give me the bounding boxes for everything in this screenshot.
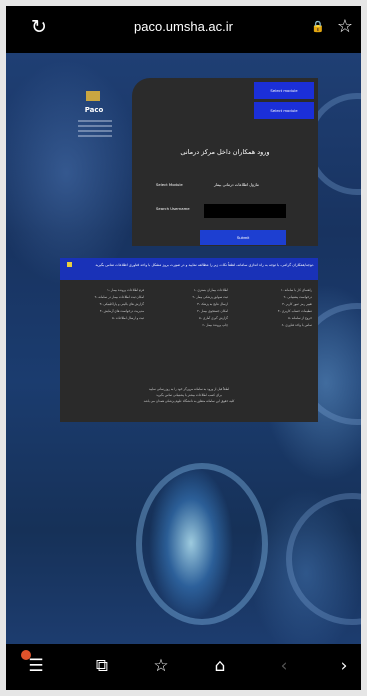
notice-column: ۱- فرم اطلاعات پرونده بیمار ۲- امکان ثبت… (66, 288, 144, 323)
notice-item: ۶- چاپ پرونده بیمار (202, 323, 228, 327)
notice-header-text: توجه/همکاران گرامی، با توجه به راه انداز… (95, 263, 314, 267)
sidebar-link[interactable] (78, 125, 112, 127)
password-label: Search Username (156, 206, 190, 211)
back-icon[interactable]: ‹ (272, 656, 296, 676)
paco-logo-icon (86, 91, 100, 101)
background-ring (286, 493, 361, 625)
notice-item: ۳- ارسال نتایج به پزشک (197, 302, 228, 306)
sidebar-title: Paco (84, 106, 104, 114)
notice-item: ۱- فرم اطلاعات پرونده بیمار (107, 288, 144, 292)
browser-top-bar: ↻ paco.umsha.ac.ir 🔒 ☆ (6, 6, 361, 50)
menu-icon[interactable]: ☰ (24, 656, 48, 676)
url-bar[interactable]: paco.umsha.ac.ir (6, 19, 361, 34)
notice-column: ۱- اطلاعات بیماران بستری ۲- ثبت سوابق پز… (150, 288, 228, 330)
username-label: Select Module (156, 182, 183, 187)
notice-item: ۵- خروج از سامانه (288, 316, 312, 320)
notice-item: ۲- ثبت سوابق پزشکی بیمار (192, 295, 228, 299)
notice-header: توجه/همکاران گرامی، با توجه به راه انداز… (60, 258, 318, 280)
notice-item: ۵- گزارش گیری آماری (199, 316, 228, 320)
username-field[interactable]: ماژول اطلاعات درمانی بیمار (214, 182, 259, 187)
lock-icon[interactable]: 🔒 (311, 20, 325, 33)
login-panel: Select module Select module ورود همکاران… (132, 78, 318, 246)
module-toggle-bottom[interactable]: Select module (254, 102, 314, 119)
tabs-icon[interactable]: ⧉ (90, 656, 114, 676)
notice-item: ۵- ثبت و ارسال اطلاعات (111, 316, 144, 320)
notice-item: ۲- امکان ثبت اطلاعات بیمار در سامانه (94, 295, 144, 299)
notice-item: ۲- درخواست پشتیبانی (283, 295, 312, 299)
notice-column: ۱- راهنمای کار با سامانه ۲- درخواست پشتی… (234, 288, 312, 330)
notice-item: ۳- گزارش های بالینی و پاراکلینیکی (99, 302, 144, 306)
page-viewport: Paco Select module Select module ورود هم… (6, 53, 361, 650)
notice-panel: توجه/همکاران گرامی، با توجه به راه انداز… (60, 258, 318, 422)
forward-icon[interactable]: › (332, 656, 356, 676)
notice-item: ۴- مدیریت درخواست های آزمایش (99, 309, 144, 313)
module-toggle-top[interactable]: Select module (254, 82, 314, 99)
sidebar-link[interactable] (78, 120, 112, 122)
sidebar-link[interactable] (78, 135, 112, 137)
notice-item: ۴- تنظیمات حساب کاربری (277, 309, 312, 313)
background-ring (136, 463, 268, 625)
browser-bottom-bar: ☰ ⧉ ☆ ⌂ ‹ › (6, 644, 361, 690)
notice-item: ۱- راهنمای کار با سامانه (280, 288, 312, 292)
login-title: ورود همکاران داخل مرکز درمانی (180, 148, 270, 156)
warning-icon (67, 262, 72, 267)
notice-footer-line: کلیه حقوق این سامانه متعلق به دانشگاه عل… (143, 399, 235, 403)
notice-item: ۴- امکان جستجوی بیمار (197, 309, 228, 313)
home-icon[interactable]: ⌂ (208, 656, 232, 676)
bookmarks-icon[interactable]: ☆ (149, 656, 173, 676)
notice-item: ۱- اطلاعات بیماران بستری (193, 288, 228, 292)
password-field[interactable] (204, 204, 286, 218)
notice-item: ۶- تماس با واحد فناوری (281, 323, 312, 327)
sidebar-links (78, 117, 112, 140)
notice-item: ۳- تغییر رمز عبور کاربر (282, 302, 312, 306)
browser-frame: ↻ paco.umsha.ac.ir 🔒 ☆ Paco Select modul… (6, 6, 361, 690)
bookmark-star-icon[interactable]: ☆ (337, 16, 353, 37)
notice-footer: لطفاً قبل از ورود به سامانه مرورگر خود ر… (100, 386, 278, 404)
submit-button[interactable]: Submit (200, 230, 286, 245)
sidebar-link[interactable] (78, 130, 112, 132)
